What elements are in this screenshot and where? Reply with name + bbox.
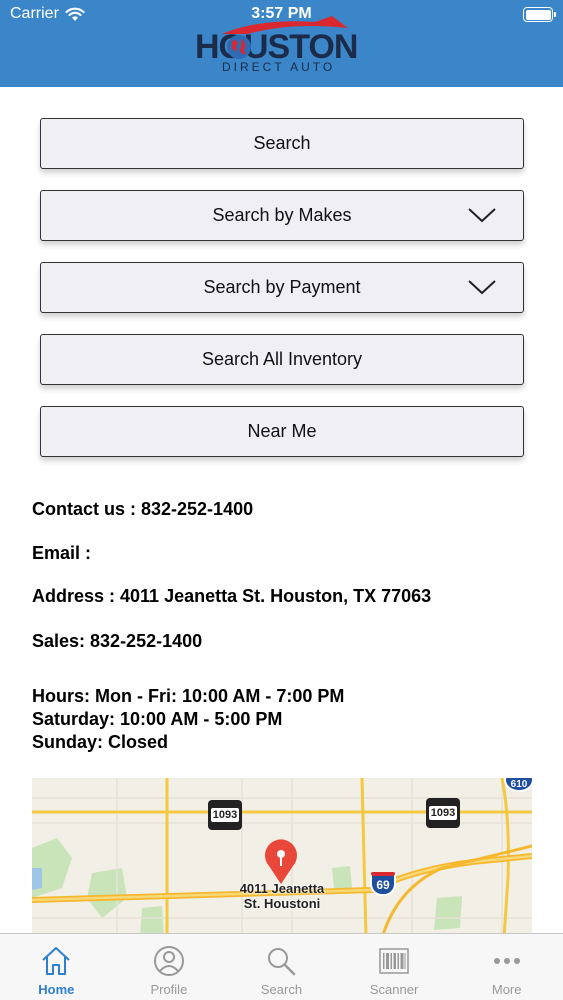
- search-all-inventory-label: Search All Inventory: [201, 349, 363, 369]
- houston-direct-auto-logo: HOUSTON DIRECT AUTO: [190, 12, 375, 78]
- location-map[interactable]: 1093 1093 69 610 4011 Jeanetta St. Houst…: [32, 778, 532, 938]
- search-button-label: Search: [253, 133, 311, 153]
- tab-home-label: Home: [38, 982, 75, 997]
- barcode-icon: [379, 948, 409, 974]
- pin-label: 4011 Jeanetta St. Houstoni: [239, 881, 325, 911]
- contact-phone-link[interactable]: Contact us : 832-252-1400: [32, 498, 253, 521]
- chevron-down-icon: [468, 208, 496, 223]
- search-all-inventory-button[interactable]: Search All Inventory: [40, 334, 524, 385]
- tab-more-label: More: [491, 982, 522, 997]
- hours-weekday: Hours: Mon - Fri: 10:00 AM - 7:00 PM: [32, 686, 345, 706]
- app-header: Carrier 3:57 PM HOUSTON DIRECT AUTO: [0, 0, 563, 87]
- near-me-label: Near Me: [247, 421, 317, 441]
- hours-sunday: Sunday: Closed: [32, 732, 169, 752]
- more-icon: [493, 958, 520, 964]
- chevron-down-icon: [468, 280, 496, 295]
- search-by-payment-label: Search by Payment: [203, 277, 361, 297]
- battery-icon: [523, 7, 556, 22]
- logo-sub-text: DIRECT AUTO: [222, 60, 336, 74]
- near-me-button[interactable]: Near Me: [40, 406, 524, 457]
- interstate-shield: 69: [370, 872, 396, 896]
- search-by-makes-dropdown[interactable]: Search by Makes: [40, 190, 524, 241]
- tab-profile-label: Profile: [150, 982, 188, 997]
- tab-scanner[interactable]: Scanner: [338, 934, 451, 1000]
- search-icon: [268, 948, 296, 976]
- bottom-tab-bar: Home Profile Search Scanner More: [0, 933, 563, 1000]
- road-shield-right: 1093: [426, 798, 460, 828]
- logo-main-text: HOUSTON: [195, 28, 358, 66]
- hours-saturday: Saturday: 10:00 AM - 5:00 PM: [32, 709, 283, 729]
- profile-icon: [153, 946, 184, 976]
- contact-address[interactable]: Address : 4011 Jeanetta St. Houston, TX …: [32, 585, 431, 608]
- tab-search[interactable]: Search: [225, 934, 338, 1000]
- location-pin-icon[interactable]: [261, 836, 301, 886]
- tab-home[interactable]: Home: [0, 934, 113, 1000]
- tab-scanner-label: Scanner: [369, 982, 419, 997]
- road-shield-left: 1093: [208, 800, 242, 830]
- search-by-payment-dropdown[interactable]: Search by Payment: [40, 262, 524, 313]
- tab-profile[interactable]: Profile: [113, 934, 226, 1000]
- contact-email[interactable]: Email :: [32, 542, 91, 565]
- contact-sales-phone[interactable]: Sales: 832-252-1400: [32, 630, 202, 653]
- tab-search-label: Search: [260, 982, 303, 997]
- globe-icon: [227, 35, 251, 59]
- search-button[interactable]: Search: [40, 118, 524, 169]
- search-by-makes-label: Search by Makes: [212, 205, 352, 225]
- home-icon: [42, 947, 70, 975]
- tab-more[interactable]: More: [450, 934, 563, 1000]
